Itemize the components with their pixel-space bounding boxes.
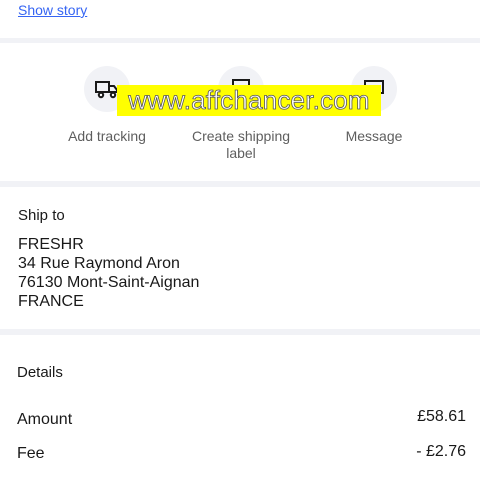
fee-value: - £2.76 (416, 443, 466, 460)
story-section: Show story (0, 0, 480, 38)
watermark-text: www.affchancer.com (128, 85, 370, 116)
ship-to-city: 76130 Mont-Saint-Aignan (18, 274, 200, 291)
amount-label: Amount (17, 411, 73, 428)
fee-label: Fee (17, 445, 45, 462)
watermark-banner: www.affchancer.com (117, 85, 381, 116)
details-title: Details (17, 364, 63, 381)
ship-to-country: FRANCE (18, 293, 84, 310)
amount-value: £58.61 (417, 408, 466, 425)
add-tracking-label: Add tracking (68, 128, 146, 144)
ship-to-title: Ship to (18, 207, 65, 224)
ship-to-name: FRESHR (18, 236, 84, 253)
create-shipping-label-text: Create shipping label (191, 128, 291, 161)
details-section (0, 335, 480, 480)
show-story-link[interactable]: Show story (18, 2, 87, 18)
ship-to-street: 34 Rue Raymond Aron (18, 255, 180, 272)
message-label: Message (345, 128, 403, 144)
